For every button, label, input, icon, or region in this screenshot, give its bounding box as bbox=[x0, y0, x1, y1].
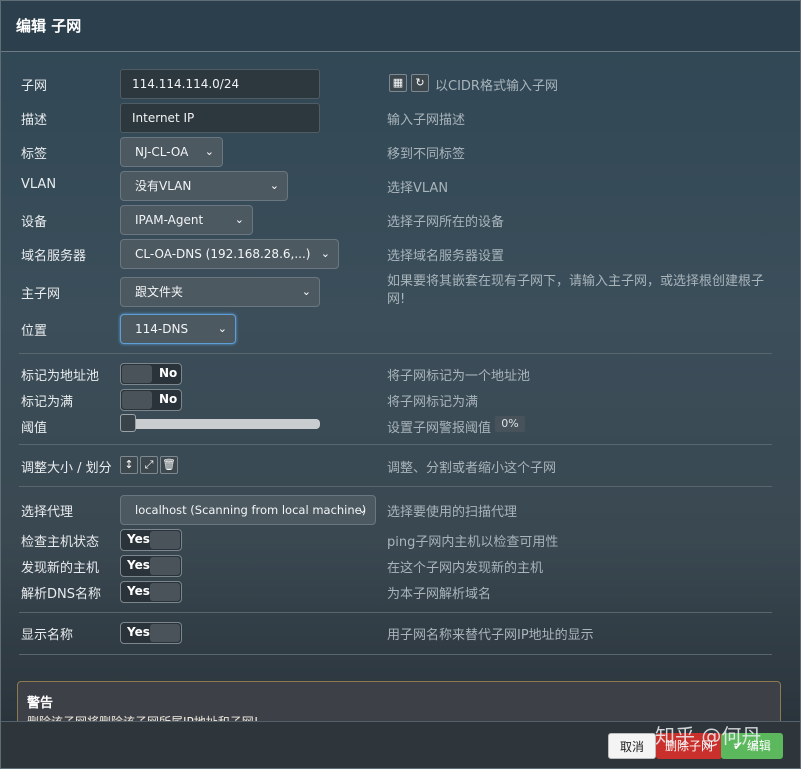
chevron-down-icon: ⌄ bbox=[234, 213, 244, 226]
threshold-help: 设置子网警报阈值 bbox=[387, 421, 492, 436]
grid-icon[interactable]: ▦ bbox=[389, 74, 407, 92]
toggle-knob bbox=[150, 531, 180, 549]
is-pool-label: 标记为地址池 bbox=[21, 369, 100, 384]
is-pool-help: 将子网标记为一个地址池 bbox=[387, 369, 531, 384]
location-select-value: 114-DNS bbox=[135, 322, 189, 336]
warning-title: 警告 bbox=[27, 696, 54, 711]
chevron-down-icon: ⌄ bbox=[204, 145, 214, 158]
vlan-select-value: 没有VLAN bbox=[135, 179, 192, 193]
vlan-label: VLAN bbox=[21, 177, 57, 192]
description-input[interactable]: Internet IP bbox=[120, 103, 320, 133]
divider bbox=[19, 654, 772, 655]
resolve-dns-toggle[interactable]: Yes bbox=[120, 581, 182, 603]
vlan-select[interactable]: 没有VLAN ⌄ bbox=[120, 171, 288, 201]
toggle-knob bbox=[122, 365, 152, 383]
master-subnet-label: 主子网 bbox=[21, 287, 61, 302]
toggle-knob bbox=[122, 391, 152, 409]
divider bbox=[19, 486, 772, 487]
subnet-input[interactable]: 114.114.114.0/24 bbox=[120, 69, 320, 99]
threshold-badge: 0% bbox=[495, 416, 525, 432]
chevron-down-icon: ⌄ bbox=[269, 179, 279, 192]
scan-agent-label: 选择代理 bbox=[21, 505, 74, 520]
is-full-toggle[interactable]: No bbox=[120, 389, 182, 411]
tag-help: 移到不同标签 bbox=[387, 147, 466, 162]
discover-toggle[interactable]: Yes bbox=[120, 555, 182, 577]
description-label: 描述 bbox=[21, 113, 48, 128]
toggle-knob bbox=[150, 583, 180, 601]
show-name-help: 用子网名称来替代子网IP地址的显示 bbox=[387, 628, 594, 643]
divider bbox=[19, 612, 772, 613]
threshold-slider[interactable] bbox=[120, 414, 320, 432]
divider bbox=[19, 444, 772, 445]
chevron-down-icon: ⌄ bbox=[357, 503, 367, 516]
is-pool-toggle[interactable]: No bbox=[120, 363, 182, 385]
scan-agent-select-value: localhost (Scanning from local machine) bbox=[135, 503, 367, 517]
toggle-knob bbox=[150, 624, 180, 642]
watermark: 知乎 @何丹 bbox=[655, 724, 762, 748]
master-subnet-select-value: 跟文件夹 bbox=[135, 285, 184, 299]
resize-label: 调整大小 / 划分 bbox=[21, 461, 112, 476]
location-label: 位置 bbox=[21, 324, 48, 339]
dialog-title: 编辑 子网 bbox=[1, 1, 800, 52]
device-select[interactable]: IPAM-Agent ⌄ bbox=[120, 205, 253, 235]
tag-select-value: NJ-CL-OA bbox=[135, 145, 189, 159]
toggle-knob bbox=[150, 557, 180, 575]
subnet-help: 以CIDR格式输入子网 bbox=[435, 79, 558, 94]
device-select-value: IPAM-Agent bbox=[135, 213, 204, 227]
is-pool-value: No bbox=[159, 366, 178, 380]
description-help: 输入子网描述 bbox=[387, 113, 466, 128]
is-full-label: 标记为满 bbox=[21, 395, 74, 410]
device-help: 选择子网所在的设备 bbox=[387, 215, 505, 230]
location-select[interactable]: 114-DNS ⌄ bbox=[120, 314, 236, 344]
master-subnet-help: 如果要将其嵌套在现有子网下，请输入主子网，或选择根创建根子网! bbox=[387, 274, 765, 307]
ping-check-value: Yes bbox=[127, 532, 150, 546]
slider-handle[interactable] bbox=[120, 414, 136, 432]
master-subnet-select[interactable]: 跟文件夹 ⌄ bbox=[120, 277, 320, 307]
resolve-dns-value: Yes bbox=[127, 584, 150, 598]
show-name-toggle[interactable]: Yes bbox=[120, 622, 182, 644]
chevron-down-icon: ⌄ bbox=[301, 285, 311, 298]
resolve-dns-help: 为本子网解析域名 bbox=[387, 587, 492, 602]
show-name-value: Yes bbox=[127, 625, 150, 639]
chevron-down-icon: ⌄ bbox=[320, 247, 330, 260]
discover-label: 发现新的主机 bbox=[21, 561, 100, 576]
tag-label: 标签 bbox=[21, 147, 48, 162]
nameserver-select-value: CL-OA-DNS (192.168.28.6,...) bbox=[135, 247, 311, 261]
resize-vertical-icon[interactable]: ↕ bbox=[120, 456, 138, 474]
threshold-label: 阈值 bbox=[21, 421, 48, 436]
discover-value: Yes bbox=[127, 558, 150, 572]
scan-agent-help: 选择要使用的扫描代理 bbox=[387, 505, 518, 520]
nameserver-select[interactable]: CL-OA-DNS (192.168.28.6,...) ⌄ bbox=[120, 239, 339, 269]
cancel-button[interactable]: 取消 bbox=[608, 733, 656, 759]
scan-agent-select[interactable]: localhost (Scanning from local machine) ⌄ bbox=[120, 495, 376, 525]
trash-icon[interactable]: 🗑 bbox=[160, 456, 178, 474]
resolve-dns-label: 解析DNS名称 bbox=[21, 587, 101, 602]
show-name-label: 显示名称 bbox=[21, 628, 74, 643]
nameserver-label: 域名服务器 bbox=[21, 249, 87, 264]
device-label: 设备 bbox=[21, 215, 48, 230]
resize-help: 调整、分割或者缩小这个子网 bbox=[387, 461, 557, 476]
chevron-down-icon: ⌄ bbox=[217, 322, 227, 335]
ping-check-help: ping子网内主机以检查可用性 bbox=[387, 535, 559, 550]
nameserver-help: 选择域名服务器设置 bbox=[387, 249, 505, 264]
refresh-icon[interactable]: ↻ bbox=[411, 74, 429, 92]
is-full-help: 将子网标记为满 bbox=[387, 395, 479, 410]
tag-select[interactable]: NJ-CL-OA ⌄ bbox=[120, 137, 223, 167]
vlan-help: 选择VLAN bbox=[387, 181, 449, 196]
ping-check-label: 检查主机状态 bbox=[21, 535, 100, 550]
divider bbox=[19, 353, 772, 354]
edit-subnet-dialog: 编辑 子网 子网 114.114.114.0/24 ▦ ↻ 以CIDR格式输入子… bbox=[0, 0, 801, 769]
discover-help: 在这个子网内发现新的主机 bbox=[387, 561, 544, 576]
ping-check-toggle[interactable]: Yes bbox=[120, 529, 182, 551]
expand-icon[interactable]: ⤢ bbox=[140, 456, 158, 474]
subnet-label: 子网 bbox=[21, 79, 48, 94]
is-full-value: No bbox=[159, 392, 178, 406]
